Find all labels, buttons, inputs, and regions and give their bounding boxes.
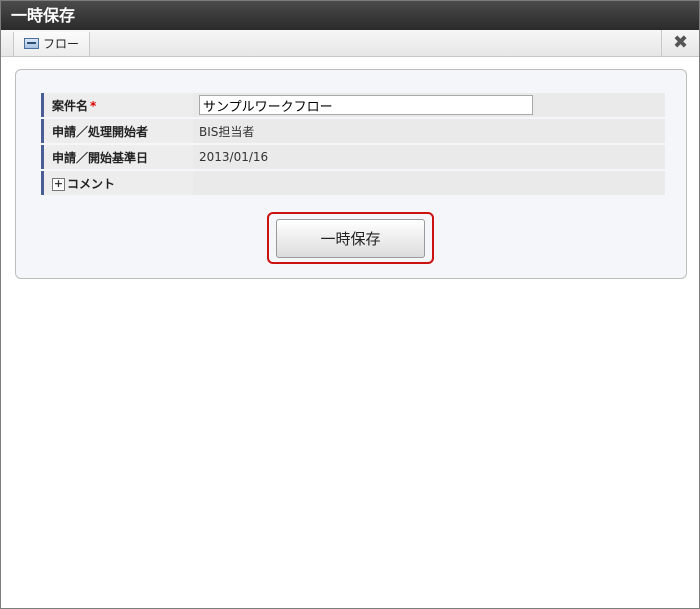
dialog-window: 一時保存 フロー ✖ 案件名* 申請／処理開始者 BIS担当者 申請／開	[0, 0, 700, 609]
title-input[interactable]	[199, 95, 533, 115]
required-mark: *	[90, 98, 97, 113]
close-button[interactable]: ✖	[661, 30, 699, 57]
flow-icon	[24, 38, 39, 49]
applicant-value: BIS担当者	[193, 119, 665, 143]
base-date-label: 申請／開始基準日	[41, 145, 193, 169]
form-row-applicant: 申請／処理開始者 BIS担当者	[41, 119, 665, 143]
flow-tab[interactable]: フロー	[13, 32, 90, 56]
comment-label: + コメント	[41, 171, 193, 195]
form-row-title: 案件名 *	[41, 93, 665, 117]
save-button[interactable]: 一時保存	[276, 219, 425, 258]
form-row-base-date: 申請／開始基準日 2013/01/16	[41, 145, 665, 169]
form-table: 案件名* 申請／処理開始者 BIS担当者 申請／開始基準日 2013/01/16…	[41, 91, 665, 197]
toolbar: フロー ✖	[1, 30, 699, 57]
close-icon: ✖	[672, 32, 689, 53]
comment-label-text[interactable]: コメント	[67, 177, 115, 191]
dialog-title: 一時保存	[1, 1, 699, 30]
base-date-value: 2013/01/16	[193, 145, 665, 169]
title-label: 案件名 *	[41, 93, 193, 117]
expand-plus-icon[interactable]: +	[52, 177, 65, 191]
comment-cell	[193, 171, 665, 195]
applicant-label: 申請／処理開始者	[41, 119, 193, 143]
title-cell	[193, 93, 665, 117]
form-row-comment: + コメント	[41, 171, 665, 195]
flow-tab-label: フロー	[43, 37, 80, 51]
title-label-text: 案件名	[52, 98, 89, 113]
